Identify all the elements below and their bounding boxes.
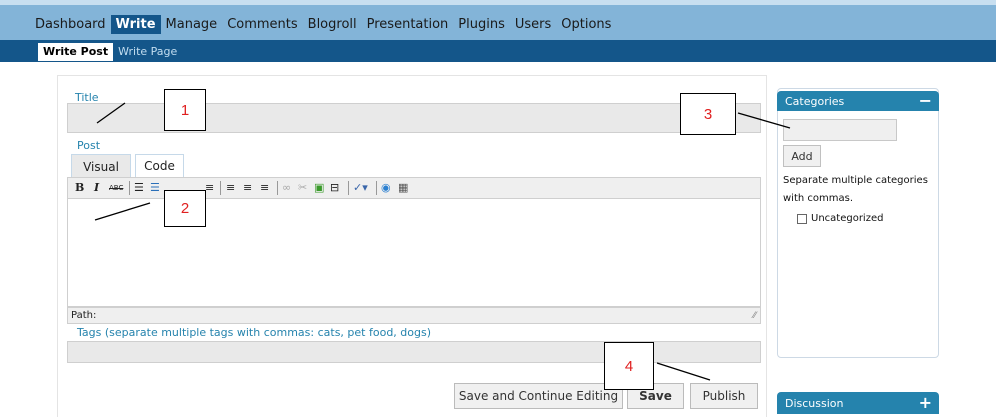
annotation-3: 3 [680, 93, 736, 135]
annotation-4: 4 [604, 342, 654, 390]
annotation-2: 2 [164, 190, 206, 227]
annotation-1: 1 [164, 89, 206, 131]
annotation-line-3 [737, 112, 791, 129]
annotation-lines [94, 102, 791, 381]
annotation-line-2 [94, 202, 151, 221]
annotation-line-1 [96, 102, 126, 124]
annotation-line-4 [656, 362, 711, 381]
